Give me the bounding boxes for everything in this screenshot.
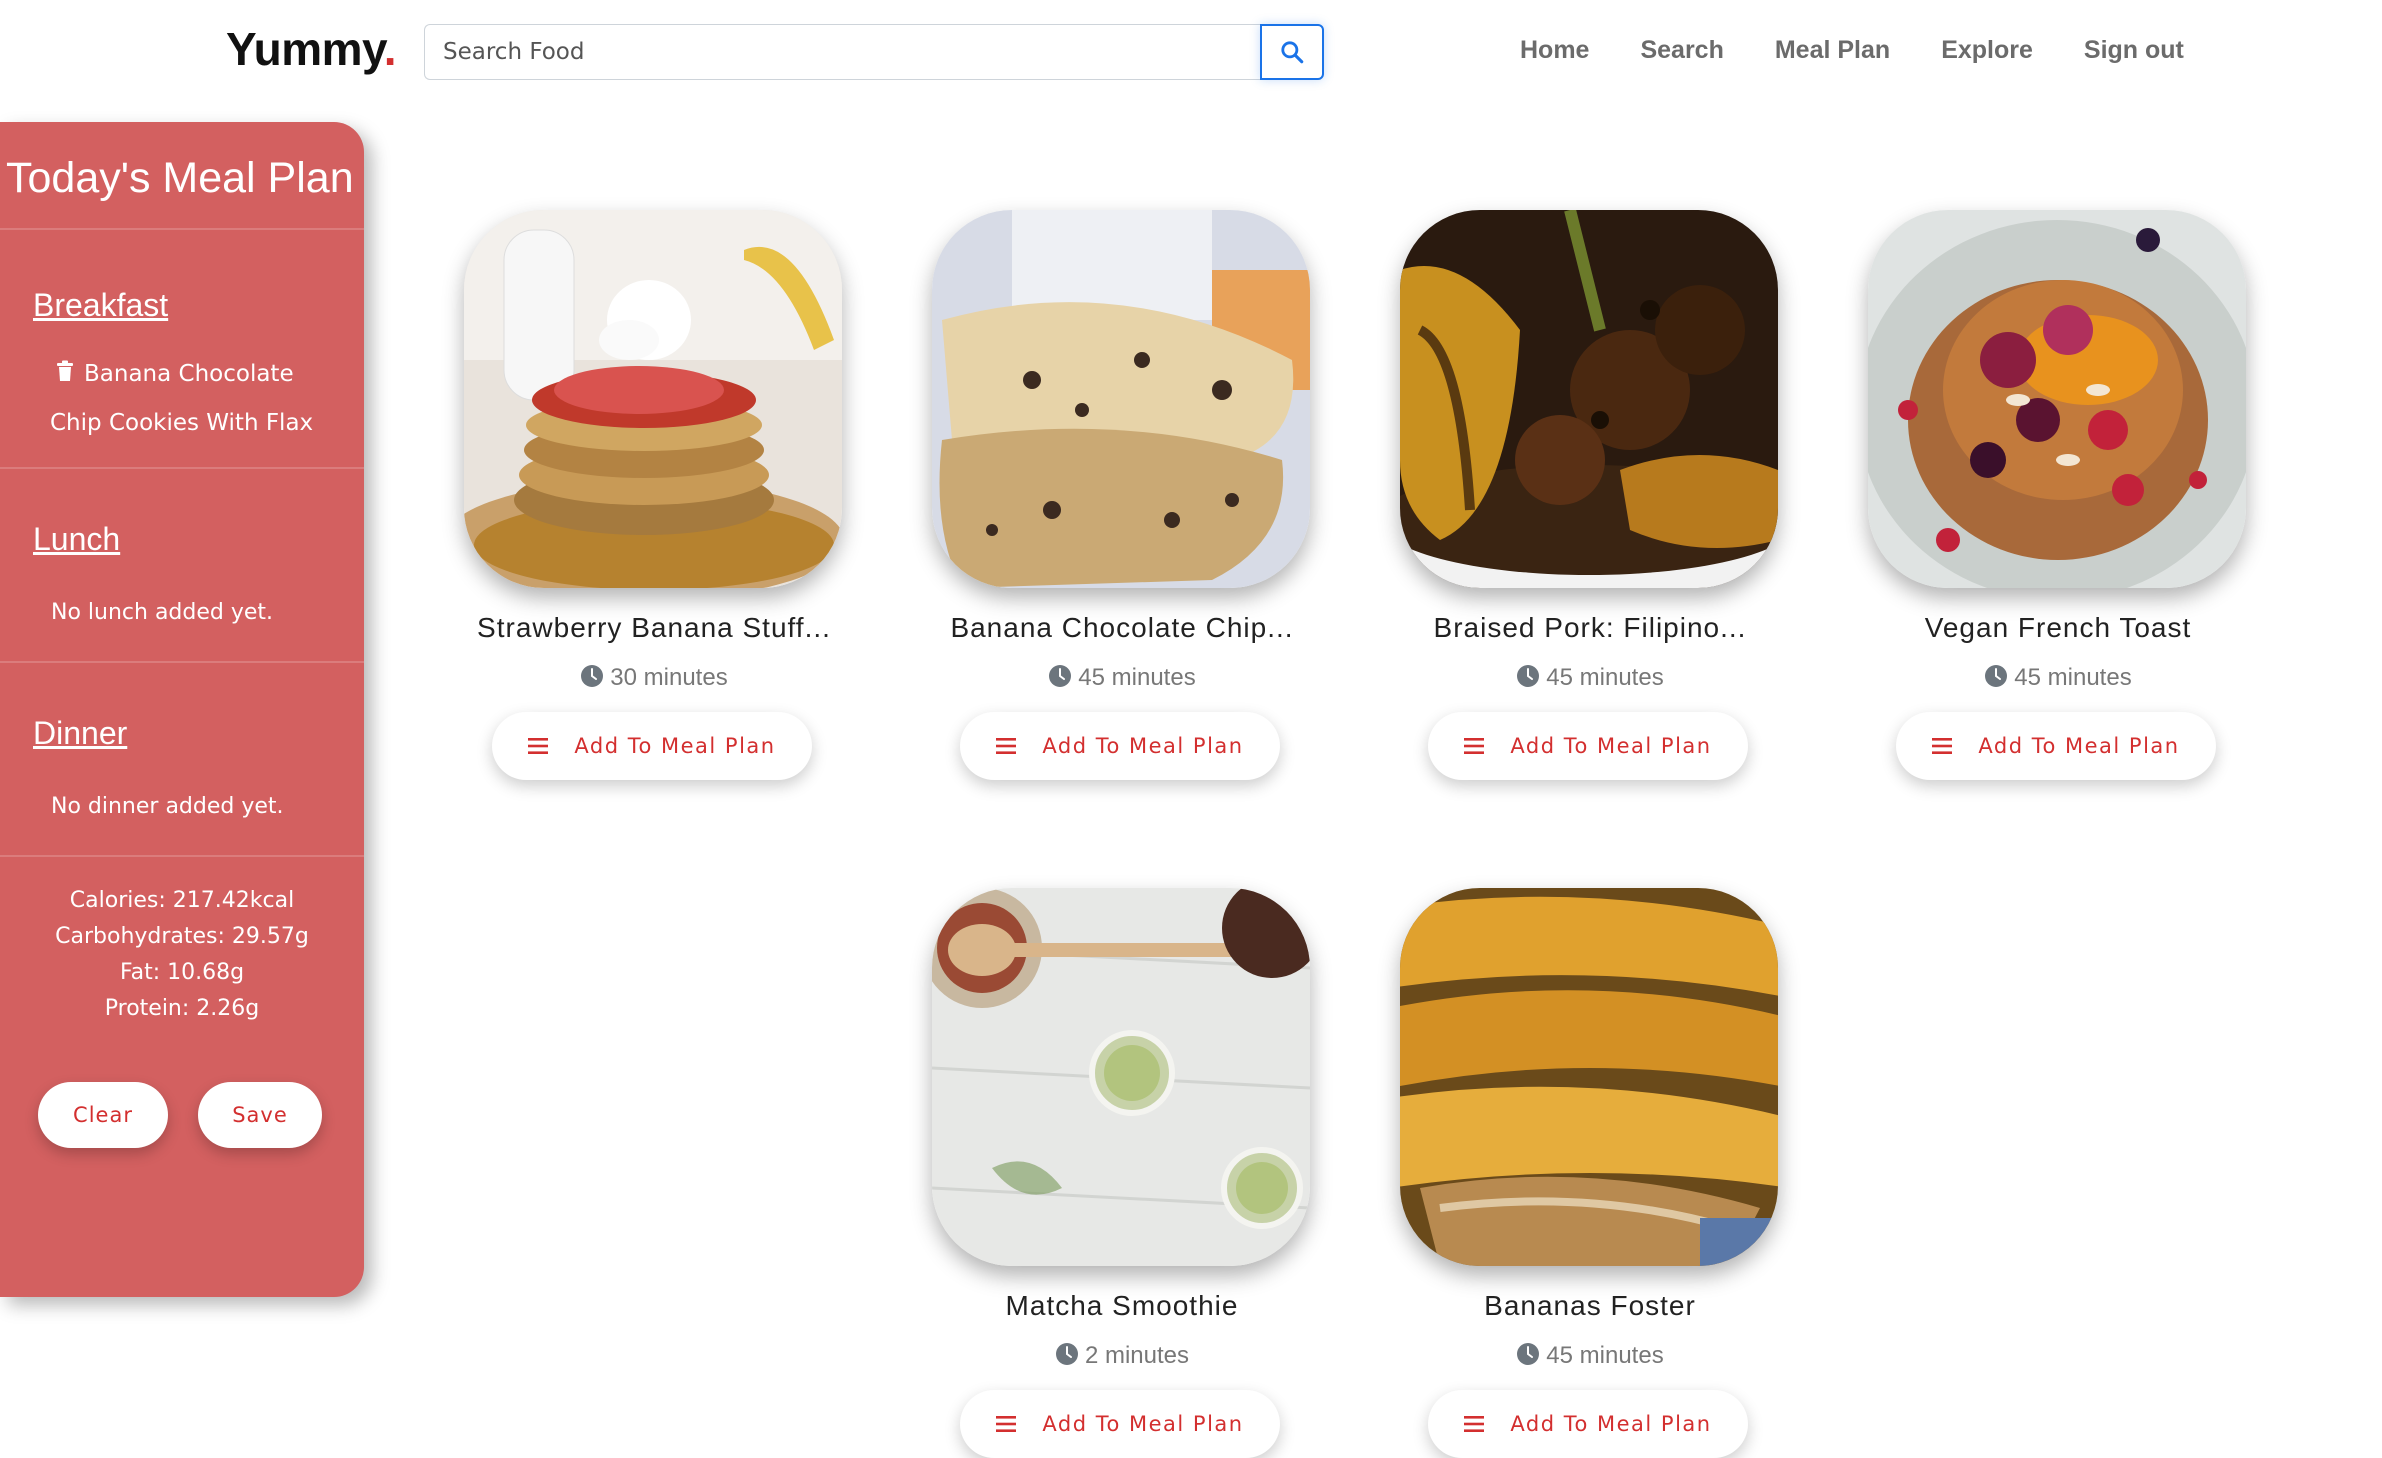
carbs-text: Carbohydrates: 29.57g [55,923,309,949]
brand-logo[interactable]: Yummy. [226,22,397,76]
lunch-heading[interactable]: Lunch [0,521,364,558]
list-icon [1932,738,1953,754]
nav-search[interactable]: Search [1640,36,1723,65]
recipe-time: 45 minutes [1400,664,1780,692]
nav-home[interactable]: Home [1520,36,1589,65]
recipe-title[interactable]: Matcha Smoothie [892,1290,1352,1322]
meal-plan-sidebar: Today's Meal Plan Breakfast Banana Choco… [0,122,364,1297]
add-to-meal-plan-button[interactable]: Add To Meal Plan [1428,1390,1748,1458]
clock-icon [1049,665,1072,687]
nav-meal-plan[interactable]: Meal Plan [1775,36,1890,65]
recipe-title[interactable]: Banana Chocolate Chip... [892,612,1352,644]
add-to-meal-plan-button[interactable]: Add To Meal Plan [492,712,812,780]
dinner-empty-text: No dinner added yet. [51,793,284,819]
clock-icon [1985,665,2008,687]
recipe-time: 45 minutes [1868,664,2248,692]
recipe-title[interactable]: Bananas Foster [1360,1290,1820,1322]
trash-icon[interactable] [56,351,74,399]
add-to-meal-plan-button[interactable]: Add To Meal Plan [960,712,1280,780]
nav-explore[interactable]: Explore [1941,36,2033,65]
breakfast-item-label: Banana Chocolate Chip Cookies With Flax [50,361,314,436]
list-icon [1464,1416,1485,1432]
recipe-image[interactable] [464,210,842,588]
add-to-meal-plan-button[interactable]: Add To Meal Plan [1428,712,1748,780]
recipe-title[interactable]: Braised Pork: Filipino... [1360,612,1820,644]
nutrition-summary: Calories: 217.42kcal Carbohydrates: 29.5… [0,883,364,1027]
search-button[interactable] [1260,24,1324,80]
lunch-empty-text: No lunch added yet. [51,599,274,625]
add-to-meal-plan-button[interactable]: Add To Meal Plan [1896,712,2216,780]
clock-icon [581,665,604,687]
sidebar-title: Today's Meal Plan [6,154,354,202]
main-nav: Home Search Meal Plan Explore Sign out [1520,36,2235,65]
breakfast-heading[interactable]: Breakfast [0,287,364,324]
clock-icon [1055,1343,1078,1365]
search-bar [424,24,1324,80]
breakfast-item: Banana Chocolate Chip Cookies With Flax [0,350,364,447]
list-icon [996,738,1017,754]
search-icon [1281,41,1304,64]
recipe-time: 45 minutes [1400,1342,1780,1370]
recipe-title[interactable]: Strawberry Banana Stuff... [424,612,884,644]
protein-text: Protein: 2.26g [104,995,260,1021]
recipe-image[interactable] [1400,210,1778,588]
recipe-time: 30 minutes [464,664,844,692]
list-icon [1464,738,1485,754]
recipe-image[interactable] [1400,888,1778,1266]
recipe-title[interactable]: Vegan French Toast [1828,612,2288,644]
add-to-meal-plan-button[interactable]: Add To Meal Plan [960,1390,1280,1458]
save-button[interactable]: Save [198,1082,322,1148]
recipe-time: 45 minutes [932,664,1312,692]
clock-icon [1517,665,1540,687]
list-icon [996,1416,1017,1432]
calories-text: Calories: 217.42kcal [69,887,295,913]
fat-text: Fat: 10.68g [119,959,245,985]
clock-icon [1517,1343,1540,1365]
list-icon [528,738,549,754]
nav-sign-out[interactable]: Sign out [2084,36,2184,65]
recipe-image[interactable] [932,888,1310,1266]
recipe-image[interactable] [932,210,1310,588]
search-input[interactable] [424,24,1260,80]
dinner-heading[interactable]: Dinner [0,715,364,752]
recipe-image[interactable] [1868,210,2246,588]
clear-button[interactable]: Clear [38,1082,168,1148]
recipe-time: 2 minutes [932,1342,1312,1370]
